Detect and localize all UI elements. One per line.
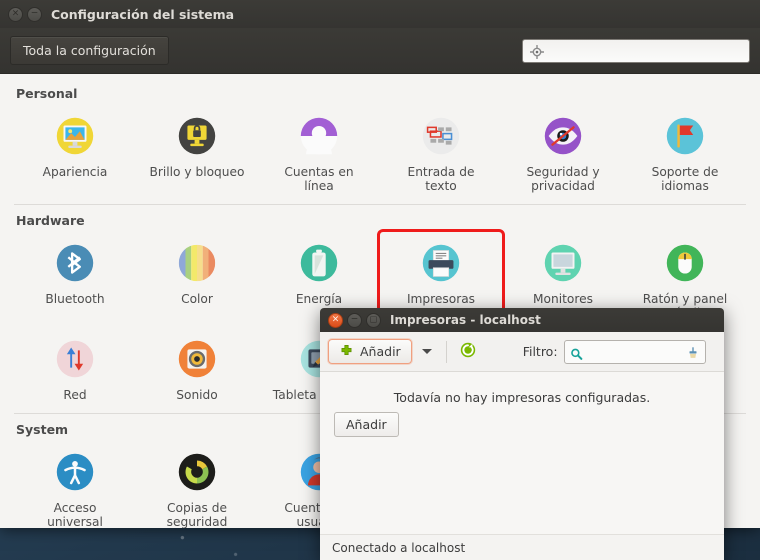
minimize-icon: − [30,8,39,18]
search-input[interactable] [522,38,750,63]
tile-cuentas-en-linea[interactable]: Cuentas en línea [258,105,380,199]
tile-label: Sonido [176,388,218,403]
empty-printers-message: Todavía no hay impresoras configuradas. [393,390,651,405]
plus-icon [339,344,354,359]
tile-sonido[interactable]: Sonido [136,328,258,408]
tile-color[interactable]: Color [136,232,258,326]
security-privacy-icon [540,113,586,159]
tile-label: Soporte de idiomas [651,165,719,194]
language-support-icon [662,113,708,159]
tile-label: Bluetooth [45,292,105,307]
filter-box[interactable] [563,339,706,364]
maximize-icon: □ [369,314,378,324]
tile-label: Copias de seguridad [166,501,228,528]
group-personal: Personal Apariencia Brillo y bloqueo Cue… [14,86,746,199]
appearance-icon [52,113,98,159]
sound-icon [174,336,220,382]
refresh-icon [459,341,477,363]
tile-copias-de-seguridad[interactable]: Copias de seguridad [136,441,258,528]
bluetooth-icon [52,240,98,286]
printer-icon [418,240,464,286]
add-printer-label: Añadir [360,344,401,359]
divider-personal-hardware [14,204,746,206]
target-crosshair-icon [529,44,545,59]
main-close-button[interactable]: × [8,6,23,22]
minimize-icon: − [350,314,359,324]
connection-status-text: Conectado a localhost [332,540,466,555]
tile-red[interactable]: Red [14,328,136,408]
tile-label: Brillo y bloqueo [149,165,245,179]
tile-soporte-de-idiomas[interactable]: Soporte de idiomas [624,105,746,199]
network-icon [52,336,98,382]
add-printer-dropdown-button[interactable] [418,341,436,363]
tile-label: Seguridad y privacidad [526,165,600,194]
tile-entrada-de-texto[interactable]: Entrada de texto [380,105,502,199]
dialog-window-controls: × − □ [328,312,381,328]
mouse-touchpad-icon [662,240,708,286]
displays-icon [540,240,586,286]
tile-brillo-y-bloqueo[interactable]: Brillo y bloqueo [136,105,258,199]
tile-label: Entrada de texto [407,165,475,194]
tile-bluetooth[interactable]: Bluetooth [14,232,136,326]
tile-seguridad-y-privacidad[interactable]: Seguridad y privacidad [502,105,624,199]
dialog-status-bar: Conectado a localhost [320,534,724,560]
brightness-lock-icon [174,113,220,159]
main-toolbar: Toda la configuración [0,28,760,74]
tile-label: Color [181,292,213,307]
tile-label: Acceso universal [47,501,103,528]
clear-broom-icon[interactable] [686,345,700,359]
dialog-window-title: Impresoras - localhost [390,313,541,327]
group-title-personal: Personal [16,86,78,101]
group-title-hardware: Hardware [16,213,85,229]
chevron-down-icon [421,349,432,354]
magnifier-icon [570,345,583,360]
dialog-toolbar: Añadir Filtro: [320,332,724,372]
tile-label: Red [63,388,87,403]
tile-apariencia[interactable]: Apariencia [14,105,136,199]
close-icon: × [11,8,20,18]
close-icon: × [331,314,340,324]
grid-personal: Apariencia Brillo y bloqueo Cuentas en l… [14,105,746,199]
main-minimize-button[interactable]: − [27,6,42,22]
universal-access-icon [52,449,98,495]
backups-icon [174,449,220,495]
tile-label: Apariencia [42,165,108,179]
color-icon [174,240,220,286]
dialog-titlebar: × − □ Impresoras - localhost [320,308,724,332]
main-window-controls: × − [8,6,42,22]
dialog-close-button[interactable]: × [328,312,343,328]
main-window-title: Configuración del sistema [51,6,235,22]
main-titlebar: × − Configuración del sistema [0,0,760,28]
all-settings-button[interactable]: Toda la configuración [10,36,169,65]
printers-dialog-window: × − □ Impresoras - localhost Añadir Filt… [320,308,724,560]
text-entry-icon [418,113,464,159]
tile-label: Monitores [533,292,593,307]
dialog-body: Todavía no hay impresoras configuradas. … [320,372,724,534]
filter-input[interactable] [563,339,706,364]
tile-acceso-universal[interactable]: Acceso universal [14,441,136,528]
tile-label: Impresoras [406,292,476,307]
tile-label: Cuentas en línea [284,165,354,194]
dialog-minimize-button[interactable]: − [347,312,362,328]
refresh-button[interactable] [457,341,479,363]
add-printer-button[interactable]: Añadir [328,339,412,364]
dialog-maximize-button[interactable]: □ [366,312,381,328]
body-add-printer-button[interactable]: Añadir [334,412,399,437]
filter-label: Filtro: [522,344,558,359]
online-accounts-icon [296,113,342,159]
power-battery-icon [296,240,342,286]
search-box[interactable] [522,38,750,63]
tile-label: Energía [295,292,343,307]
toolbar-separator [445,340,447,363]
